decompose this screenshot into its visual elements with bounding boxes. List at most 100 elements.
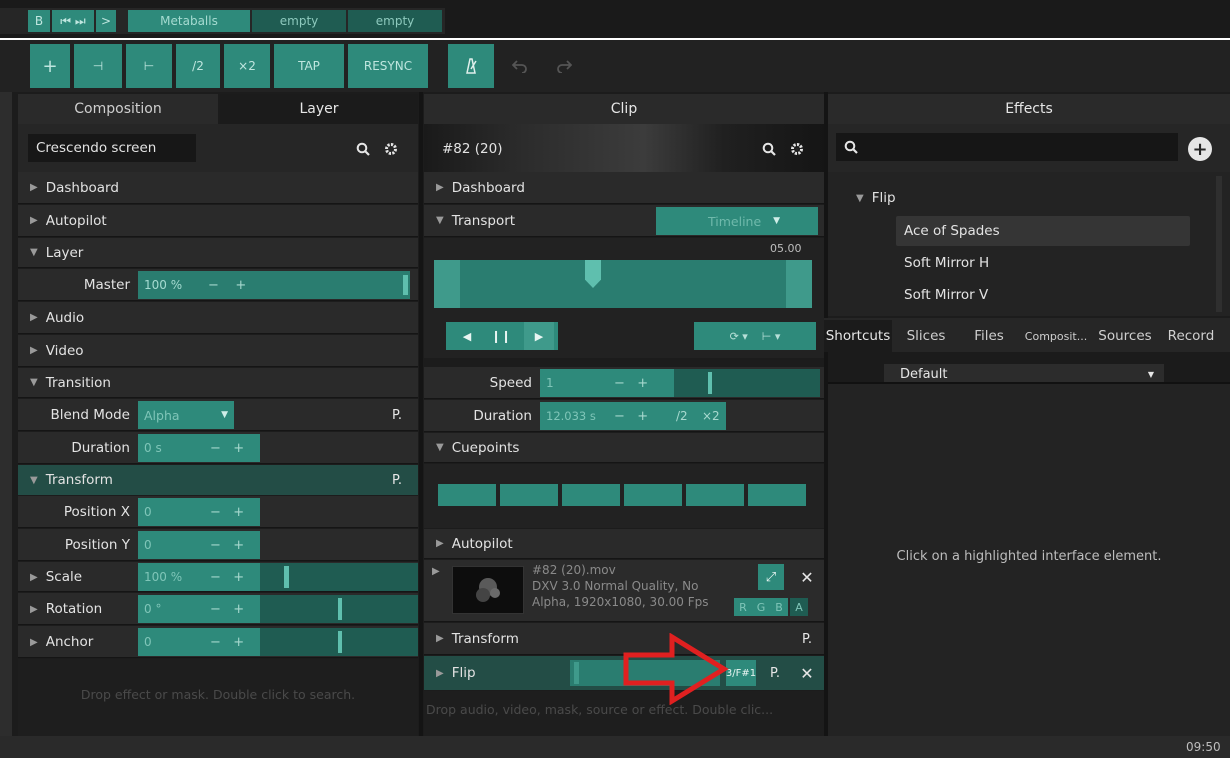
tab-files[interactable]: Files [960, 320, 1018, 352]
section-layer[interactable]: ▼ Layer [18, 238, 418, 268]
tab-composition-browser[interactable]: Composit... [1020, 320, 1092, 352]
clip-duration-double[interactable]: ×2 [702, 402, 720, 430]
scale-minus-plus[interactable]: − + [210, 563, 244, 591]
rotation-toggle[interactable]: ▶ Rotation [30, 593, 102, 625]
deck-tab-metaballs[interactable]: Metaballs [128, 10, 250, 32]
blend-dropdown[interactable]: Alpha ▼ [138, 401, 234, 429]
clip-section-cuepoints[interactable]: ▼ Cuepoints [424, 433, 824, 463]
effect-item-soft-mirror-h[interactable]: Soft Mirror H [896, 248, 1190, 278]
section-transform[interactable]: ▼ Transform [18, 465, 418, 495]
anchor-handle[interactable] [338, 631, 342, 653]
duration-value: 0 s [144, 441, 162, 455]
skip-buttons[interactable]: ⏮ ⏭ [52, 10, 94, 32]
half-tempo-button[interactable]: /2 [176, 44, 220, 88]
flip-close-icon[interactable]: ✕ [796, 660, 818, 686]
chevron-right-icon: ▶ [436, 633, 444, 644]
tab-shortcuts[interactable]: Shortcuts [824, 320, 892, 352]
clip-duration-half[interactable]: /2 [676, 402, 688, 430]
cuepoint-2[interactable] [500, 484, 558, 506]
flip-opacity-handle[interactable] [574, 662, 579, 684]
effects-title: Effects [828, 94, 1230, 124]
clip-gear-icon[interactable] [788, 140, 806, 158]
file-row-caret[interactable]: ▶ [432, 566, 440, 577]
position-y-minus-plus[interactable]: − + [210, 531, 244, 559]
pause-icon[interactable]: ❙❙ [486, 322, 516, 350]
layer-name-field[interactable]: Crescendo screen [28, 134, 196, 162]
search-icon[interactable] [354, 140, 372, 158]
clip-section-autopilot[interactable]: ▶ Autopilot [424, 529, 824, 559]
shortcuts-dropdown[interactable]: Default ▼ [884, 364, 1164, 384]
reverse-play-icon[interactable]: ◀ [452, 322, 482, 350]
tab-record[interactable]: Record [1158, 320, 1224, 352]
next-beat-button[interactable]: ⊢ [126, 44, 172, 88]
timeline-out-handle[interactable] [786, 260, 812, 308]
speed-handle[interactable] [708, 372, 712, 394]
tab-slices[interactable]: Slices [894, 320, 958, 352]
effects-group-flip[interactable]: ▼ Flip [856, 186, 896, 210]
gear-icon[interactable] [382, 140, 400, 158]
prev-beat-button[interactable]: ⊣ [74, 44, 122, 88]
speed-minus-plus[interactable]: − + [614, 369, 648, 397]
play-button[interactable]: > [96, 10, 116, 32]
scale-handle[interactable] [284, 566, 289, 588]
double-tempo-button[interactable]: ×2 [224, 44, 270, 88]
timeline-bar[interactable] [434, 260, 812, 308]
clip-section-dashboard[interactable]: ▶ Dashboard [424, 172, 824, 204]
scale-toggle[interactable]: ▶ Scale [30, 562, 82, 592]
file-close-icon[interactable]: ✕ [796, 564, 818, 590]
resync-button[interactable]: RESYNC [348, 44, 428, 88]
play-icon[interactable]: ▶ [524, 322, 554, 350]
redo-icon[interactable] [544, 44, 584, 88]
add-effect-icon[interactable]: + [1188, 137, 1212, 161]
duration-minus-plus[interactable]: − + [210, 434, 244, 462]
cuepoint-1[interactable] [438, 484, 496, 506]
add-button[interactable]: + [30, 44, 70, 88]
clip-search-icon[interactable] [760, 140, 778, 158]
anchor-toggle[interactable]: ▶ Anchor [30, 626, 93, 658]
section-dashboard[interactable]: ▶ Dashboard [18, 172, 418, 204]
metronome-icon[interactable] [448, 44, 494, 88]
tab-sources[interactable]: Sources [1092, 320, 1158, 352]
position-x-minus-plus[interactable]: − + [210, 498, 244, 526]
clip-duration-minus-plus[interactable]: − + [614, 402, 648, 430]
timeline-in-handle[interactable] [434, 260, 460, 308]
deck-tab-empty-2[interactable]: empty [348, 10, 442, 32]
cuepoint-6[interactable] [748, 484, 806, 506]
channel-b[interactable]: B [770, 598, 788, 616]
loop-mode-dropdown[interactable]: ⟳ ▾ ⊢ ▾ [694, 322, 816, 350]
flip-param-button[interactable]: P. [764, 660, 786, 686]
section-audio[interactable]: ▶ Audio [18, 302, 418, 334]
transform-param-button[interactable]: P. [384, 466, 410, 494]
b-button[interactable]: B [28, 10, 50, 32]
effects-search-input[interactable] [836, 133, 1178, 161]
section-autopilot[interactable]: ▶ Autopilot [18, 205, 418, 237]
channel-r[interactable]: R [734, 598, 752, 616]
master-minus-plus[interactable]: − + [208, 271, 246, 299]
section-video[interactable]: ▶ Video [18, 335, 418, 367]
shortcuts-dropdown-value: Default [900, 366, 948, 382]
channel-g[interactable]: G [752, 598, 770, 616]
cuepoint-4[interactable] [624, 484, 682, 506]
cuepoint-5[interactable] [686, 484, 744, 506]
effect-item-soft-mirror-v[interactable]: Soft Mirror V [896, 280, 1190, 310]
tab-composition[interactable]: Composition [18, 94, 218, 124]
cuepoint-3[interactable] [562, 484, 620, 506]
section-transition[interactable]: ▼ Transition [18, 368, 418, 398]
deck-tab-empty-1[interactable]: empty [252, 10, 346, 32]
anchor-minus-plus[interactable]: − + [210, 628, 244, 656]
tap-button[interactable]: TAP [274, 44, 344, 88]
flip-bypass-badge[interactable]: 3/F#1 [726, 660, 756, 686]
undo-icon[interactable] [500, 44, 540, 88]
effect-item-ace-of-spades[interactable]: Ace of Spades [896, 216, 1190, 246]
channel-a[interactable]: A [790, 598, 808, 616]
rotation-minus-plus[interactable]: − + [210, 595, 244, 623]
rotation-handle[interactable] [338, 598, 342, 620]
effects-scrollbar[interactable] [1216, 176, 1222, 312]
timeline-dropdown[interactable]: Timeline ▼ [656, 207, 818, 235]
status-bar [0, 736, 1230, 758]
master-handle[interactable] [403, 275, 408, 295]
tab-layer[interactable]: Layer [220, 94, 418, 124]
expand-icon[interactable]: ⤢ [758, 564, 784, 590]
clip-transform-param-button[interactable]: P. [794, 625, 820, 653]
blend-param-button[interactable]: P. [384, 401, 410, 429]
